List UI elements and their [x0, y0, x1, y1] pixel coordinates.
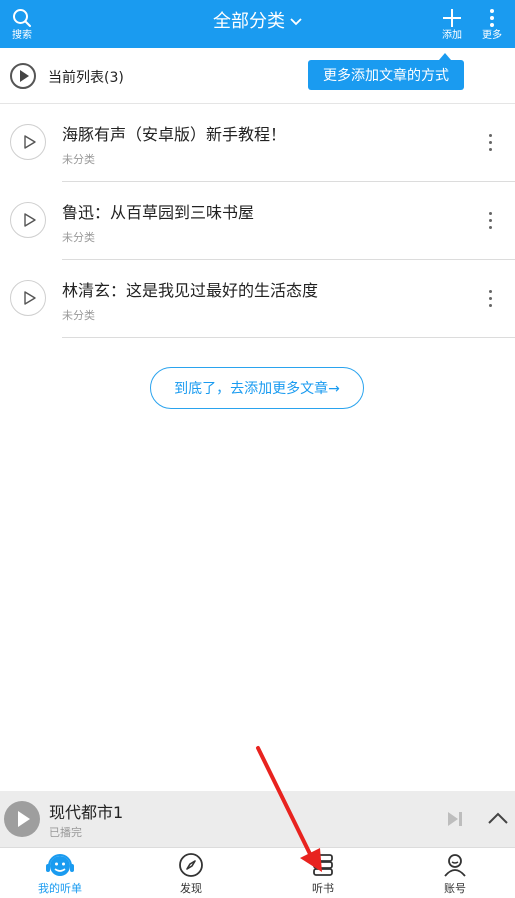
play-icon[interactable]	[10, 280, 46, 316]
smiley-headphones-icon	[46, 853, 74, 876]
mini-player[interactable]: 现代都市1 已播完	[0, 791, 515, 847]
play-icon[interactable]	[10, 124, 46, 160]
item-title: 林清玄：这是我见过最好的生活态度	[62, 281, 319, 300]
page-title: 全部分类	[213, 11, 285, 32]
player-title: 现代都市1	[49, 803, 124, 822]
add-more-label: 到底了，去添加更多文章→	[174, 381, 340, 397]
item-more-icon[interactable]	[480, 208, 500, 232]
list-item[interactable]: 海豚有声（安卓版）新手教程！ 未分类	[0, 104, 515, 182]
bottom-tab-bar: 我的听单 发现 听书 账号	[0, 847, 515, 898]
add-button[interactable]: 添加	[436, 0, 468, 48]
top-bar: 搜索 全部分类 添加 更多	[0, 0, 515, 48]
player-play-button[interactable]	[4, 801, 40, 837]
item-category: 未分类	[62, 309, 95, 322]
user-icon	[444, 853, 466, 877]
more-vertical-icon	[490, 8, 494, 27]
add-label: 添加	[442, 29, 462, 41]
tab-label: 账号	[444, 881, 466, 895]
list-item[interactable]: 林清玄：这是我见过最好的生活态度 未分类	[0, 260, 515, 338]
current-list-label: 当前列表(3)	[48, 70, 124, 86]
book-stack-icon	[313, 853, 333, 876]
plus-icon	[443, 8, 461, 27]
chevron-up-icon[interactable]	[487, 809, 509, 829]
item-category: 未分类	[62, 231, 95, 244]
tab-label: 发现	[180, 881, 202, 895]
divider	[62, 337, 515, 338]
tooltip-text: 更多添加文章的方式	[323, 68, 449, 84]
article-list: 海豚有声（安卓版）新手教程！ 未分类 鲁迅：从百草园到三味书屋 未分类 林清玄：…	[0, 104, 515, 338]
more-button[interactable]: 更多	[476, 0, 508, 48]
play-all-icon[interactable]	[10, 63, 36, 89]
add-more-articles-button[interactable]: 到底了，去添加更多文章→	[150, 367, 364, 409]
item-more-icon[interactable]	[480, 286, 500, 310]
player-status: 已播完	[49, 826, 82, 839]
item-category: 未分类	[62, 153, 95, 166]
tab-label: 我的听单	[38, 881, 82, 895]
tab-label: 听书	[312, 881, 334, 895]
item-title: 海豚有声（安卓版）新手教程！	[62, 125, 287, 144]
compass-icon	[179, 852, 203, 877]
play-icon[interactable]	[10, 202, 46, 238]
tab-my-list[interactable]: 我的听单	[5, 848, 115, 898]
skip-next-icon[interactable]	[444, 809, 466, 829]
tab-account[interactable]: 账号	[400, 848, 510, 898]
list-item[interactable]: 鲁迅：从百草园到三味书屋 未分类	[0, 182, 515, 260]
more-label: 更多	[482, 29, 502, 41]
tab-listen-books[interactable]: 听书	[268, 848, 378, 898]
add-methods-tooltip[interactable]: 更多添加文章的方式	[308, 53, 464, 90]
chevron-down-icon	[290, 10, 302, 31]
item-more-icon[interactable]	[480, 130, 500, 154]
item-title: 鲁迅：从百草园到三味书屋	[62, 203, 255, 222]
tab-discover[interactable]: 发现	[136, 848, 246, 898]
